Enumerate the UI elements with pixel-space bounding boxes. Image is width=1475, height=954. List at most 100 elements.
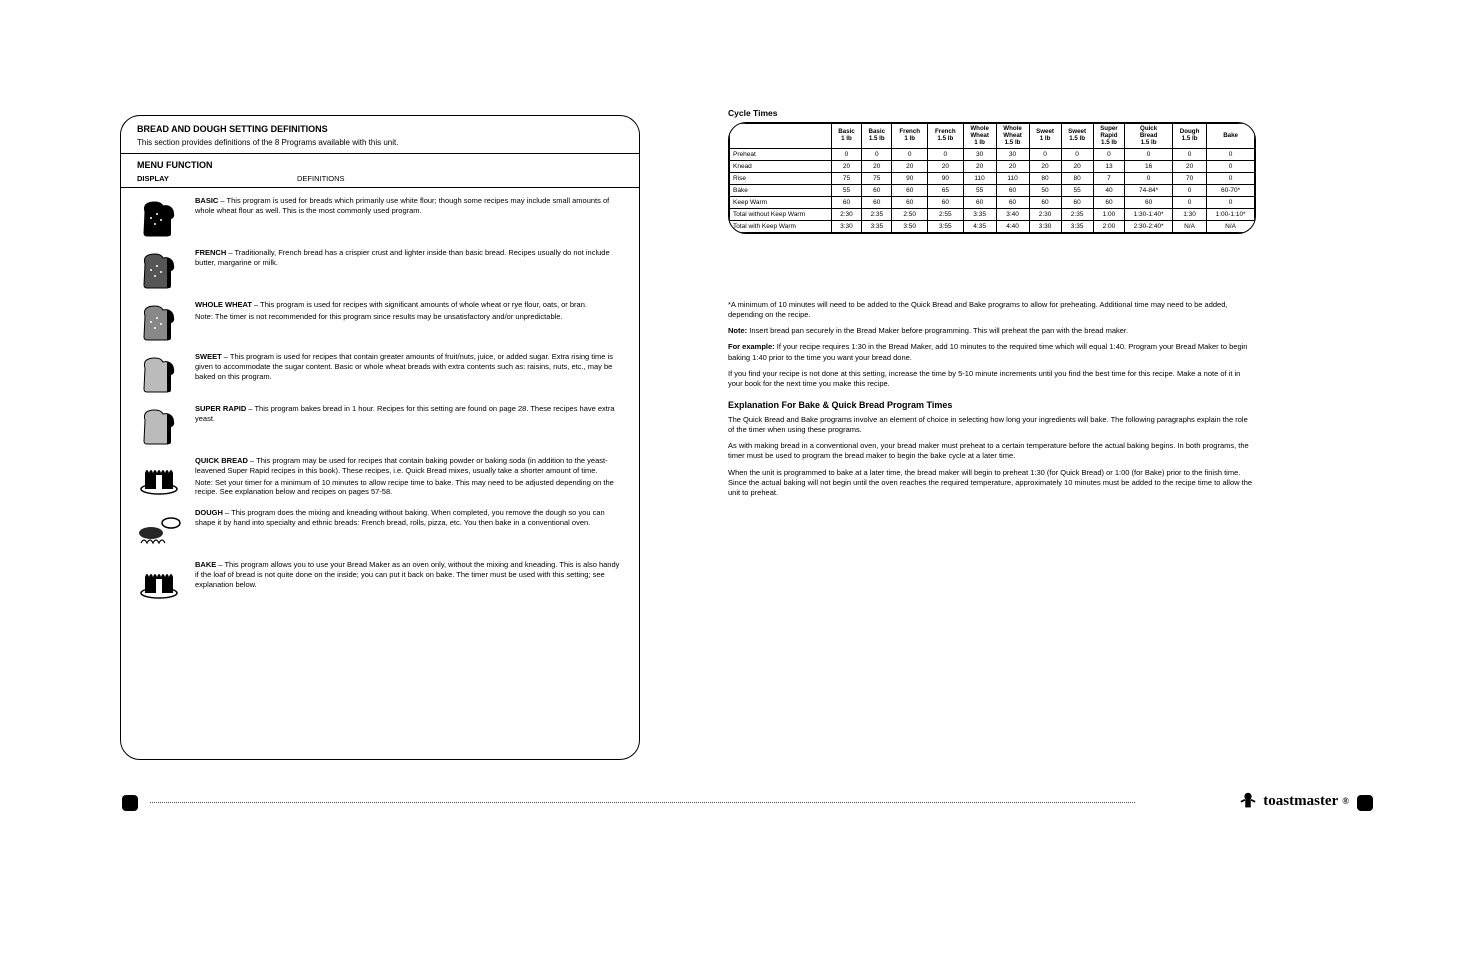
cycle-cell: 0 xyxy=(1029,149,1061,161)
cycle-header: Sweet1.5 lb xyxy=(1061,124,1093,149)
function-note: Note: The timer is not recommended for t… xyxy=(195,312,623,322)
function-desc: – This program may be used for recipes t… xyxy=(195,456,608,475)
cycle-cell: 55 xyxy=(1061,185,1093,197)
function-desc: – This program bakes bread in 1 hour. Re… xyxy=(195,404,615,423)
cycle-cell: 3:35 xyxy=(1061,221,1093,233)
cycle-cell: 3:35 xyxy=(862,221,892,233)
cycle-row-label: Bake xyxy=(730,185,832,197)
cycle-cell: 3:55 xyxy=(928,221,964,233)
cycle-cell: 0 xyxy=(1061,149,1093,161)
function-desc: – This program is used for recipes with … xyxy=(252,300,587,309)
cycle-header: Dough1.5 lb xyxy=(1172,124,1206,149)
legend-col-definitions: DEFINITIONS xyxy=(297,174,623,183)
cycle-cell: 60-70* xyxy=(1207,185,1255,197)
function-name: QUICK BREAD xyxy=(195,456,248,465)
function-desc: – Traditionally, French bread has a cris… xyxy=(195,248,610,267)
cycle-cell: 3:30 xyxy=(1029,221,1061,233)
cycle-cell: 2:30 xyxy=(831,209,861,221)
cycle-cell: 75 xyxy=(831,173,861,185)
function-desc: – This program is used for recipes that … xyxy=(195,352,613,381)
footer-ornament-right xyxy=(1357,795,1373,811)
cycle-cell: 60 xyxy=(1029,197,1061,209)
legend-col-display: DISPLAY xyxy=(137,174,297,183)
cycle-cell: 2:35 xyxy=(862,209,892,221)
function-name: SWEET xyxy=(195,352,222,361)
cycle-cell: 60 xyxy=(996,185,1029,197)
cycle-cell: 60 xyxy=(831,197,861,209)
cycle-row-label: Total with Keep Warm xyxy=(730,221,832,233)
note-star: *A minimum of 10 minutes will need to be… xyxy=(728,300,1256,320)
explain-body-2: As with making bread in a conventional o… xyxy=(728,441,1256,461)
cycle-cell: 3:30 xyxy=(831,221,861,233)
cycle-cell: 60 xyxy=(1093,197,1125,209)
cycle-header: Basic1 lb xyxy=(831,124,861,149)
cycle-cell: 2:50 xyxy=(892,209,928,221)
example-steps: If you find your recipe is not done at t… xyxy=(728,369,1256,389)
cycle-cell: 20 xyxy=(892,161,928,173)
cycle-cell: 2:30-2:40* xyxy=(1125,221,1173,233)
cycle-cell: 90 xyxy=(928,173,964,185)
cycle-cell: 60 xyxy=(862,197,892,209)
cycle-cell: 75 xyxy=(862,173,892,185)
cycle-cell: 16 xyxy=(1125,161,1173,173)
cycle-header: Basic1.5 lb xyxy=(862,124,892,149)
function-row: BAKE – This program allows you to use yo… xyxy=(121,552,639,604)
cycle-header: Sweet1 lb xyxy=(1029,124,1061,149)
cycle-cell: 60 xyxy=(996,197,1029,209)
function-name: FRENCH xyxy=(195,248,226,257)
cycle-cell: 50 xyxy=(1029,185,1061,197)
function-row: FRENCH – Traditionally, French bread has… xyxy=(121,240,639,292)
cycle-cell: 0 xyxy=(1207,197,1255,209)
explain-title: Explanation For Bake & Quick Bread Progr… xyxy=(728,399,1256,411)
cycle-header: QuickBread1.5 lb xyxy=(1125,124,1173,149)
cycle-cell: 0 xyxy=(1125,149,1173,161)
cycle-cell: 0 xyxy=(1172,185,1206,197)
cycle-times-title: Cycle Times xyxy=(728,108,777,118)
notes-block: *A minimum of 10 minutes will need to be… xyxy=(728,300,1256,504)
cycle-cell: 60 xyxy=(1061,197,1093,209)
cycle-cell: 65 xyxy=(928,185,964,197)
cycle-cell: 1:30 xyxy=(1172,209,1206,221)
cycle-cell: 0 xyxy=(862,149,892,161)
function-desc: – This program does the mixing and knead… xyxy=(195,508,605,527)
footer-ornament-left xyxy=(122,795,138,811)
function-name: SUPER RAPID xyxy=(195,404,246,413)
function-body: WHOLE WHEAT – This program is used for r… xyxy=(195,300,623,322)
cycle-cell: 2:30 xyxy=(1029,209,1061,221)
cycle-row-label: Rise xyxy=(730,173,832,185)
cycle-cell: 74-84* xyxy=(1125,185,1173,197)
footer-rule xyxy=(150,802,1135,803)
for-example-body: If your recipe requires 1:30 in the Brea… xyxy=(728,342,1247,361)
cycle-cell: 0 xyxy=(1207,149,1255,161)
cycle-cell: 60 xyxy=(862,185,892,197)
cycle-cell: 40 xyxy=(1093,185,1125,197)
function-name: WHOLE WHEAT xyxy=(195,300,252,309)
cycle-header: French1.5 lb xyxy=(928,124,964,149)
cycle-cell: 20 xyxy=(928,161,964,173)
brand-logo: toastmaster® xyxy=(1237,790,1349,812)
cycle-header: WholeWheat1 lb xyxy=(963,124,996,149)
explain-body-3: When the unit is programmed to bake at a… xyxy=(728,468,1256,498)
function-row: SWEET – This program is used for recipes… xyxy=(121,344,639,396)
cycle-row-label: Total without Keep Warm xyxy=(730,209,832,221)
cycle-cell: 2:00 xyxy=(1093,221,1125,233)
cycle-cell: 30 xyxy=(996,149,1029,161)
cycle-cell: 30 xyxy=(963,149,996,161)
cycle-cell: 110 xyxy=(963,173,996,185)
slice-light-icon xyxy=(137,352,181,396)
panel-subtitle: This section provides definitions of the… xyxy=(121,138,639,153)
cycle-cell: 60 xyxy=(1125,197,1173,209)
cycle-cell: 0 xyxy=(1172,197,1206,209)
cycle-cell: 20 xyxy=(963,161,996,173)
function-desc: – This program allows you to use your Br… xyxy=(195,560,619,589)
cycle-cell: 0 xyxy=(1172,149,1206,161)
function-body: BASIC – This program is used for breads … xyxy=(195,196,623,216)
cycle-cell: 60 xyxy=(892,197,928,209)
cycle-cell: 4:35 xyxy=(963,221,996,233)
cycle-cell: 20 xyxy=(1061,161,1093,173)
cycle-cell: 80 xyxy=(1029,173,1061,185)
cycle-cell: 0 xyxy=(1207,161,1255,173)
cycle-cell: 55 xyxy=(831,185,861,197)
function-row: BASIC – This program is used for breads … xyxy=(121,188,639,240)
function-row: SUPER RAPID – This program bakes bread i… xyxy=(121,396,639,448)
